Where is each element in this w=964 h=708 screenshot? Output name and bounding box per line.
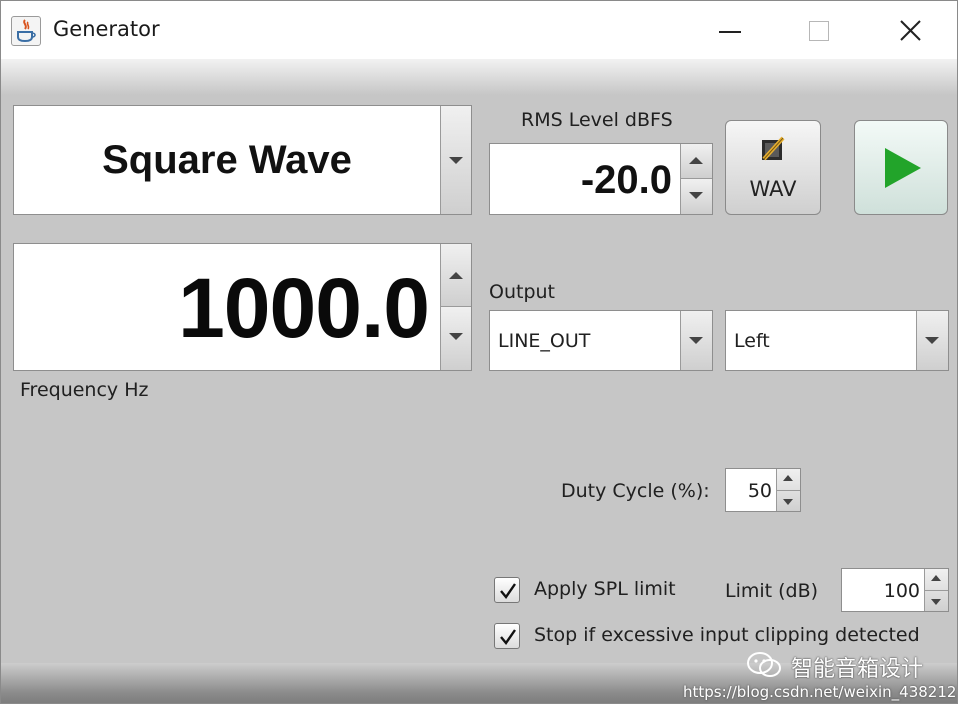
watermark-title: 智能音箱设计 <box>791 657 924 682</box>
output-label: Output <box>489 281 555 303</box>
wav-button-label: WAV <box>749 177 797 201</box>
limit-db-stepper[interactable] <box>924 569 948 611</box>
stop-clipping-row: Stop if excessive input clipping detecte… <box>494 623 934 651</box>
limit-db-value: 100 <box>883 580 920 602</box>
title-bar: Generator <box>1 1 957 59</box>
arrow-up-icon <box>449 272 463 279</box>
duty-cycle-spinner[interactable]: 50 <box>725 468 801 512</box>
close-icon[interactable] <box>887 11 933 51</box>
frequency-value: 1000.0 <box>178 261 430 355</box>
output-device-value: LINE_OUT <box>498 330 591 352</box>
apply-spl-limit-row: Apply SPL limit <box>494 577 694 605</box>
chevron-down-icon <box>689 337 703 344</box>
play-icon <box>885 148 921 188</box>
output-channel-select[interactable]: Left <box>725 310 949 371</box>
stop-clipping-checkbox[interactable] <box>494 623 520 649</box>
pencil-file-icon <box>759 135 787 163</box>
wav-button[interactable]: WAV <box>725 120 821 215</box>
play-button[interactable] <box>854 120 948 215</box>
arrow-down-icon[interactable] <box>783 499 793 505</box>
minimize-icon[interactable] <box>707 11 753 51</box>
java-cup-icon <box>11 16 41 46</box>
frequency-label: Frequency Hz <box>20 379 149 401</box>
rms-up-button[interactable] <box>680 144 712 179</box>
limit-db-spinner[interactable]: 100 <box>841 568 949 612</box>
rms-level-value: -20.0 <box>580 158 672 202</box>
arrow-up-icon[interactable] <box>931 575 941 581</box>
rms-down-button[interactable] <box>680 179 712 214</box>
arrow-down-icon <box>449 333 463 340</box>
arrow-up-icon <box>689 157 703 164</box>
apply-spl-limit-checkbox[interactable] <box>494 577 520 603</box>
waveform-dropdown-button[interactable] <box>440 106 471 214</box>
maximize-icon[interactable] <box>796 11 842 51</box>
chevron-down-icon <box>925 337 939 344</box>
limit-db-label: Limit (dB) <box>725 580 819 602</box>
waveform-value: Square Wave <box>102 138 352 182</box>
stop-clipping-label: Stop if excessive input clipping detecte… <box>534 624 920 646</box>
duty-cycle-label: Duty Cycle (%): <box>561 480 710 502</box>
arrow-down-icon <box>689 192 703 199</box>
rms-level-label: RMS Level dBFS <box>521 109 673 131</box>
generator-window: Generator Square Wave 1000.0 Frequency H… <box>0 0 958 704</box>
output-channel-value: Left <box>734 330 770 352</box>
arrow-up-icon[interactable] <box>783 475 793 481</box>
duty-cycle-value: 50 <box>747 480 772 502</box>
header-shade <box>1 59 957 95</box>
watermark-url: https://blog.csdn.net/weixin_43821212 <box>683 683 958 701</box>
wechat-icon <box>746 651 782 679</box>
frequency-down-button[interactable] <box>440 307 471 370</box>
output-device-select[interactable]: LINE_OUT <box>489 310 713 371</box>
apply-spl-limit-label: Apply SPL limit <box>534 578 676 600</box>
waveform-select[interactable]: Square Wave <box>13 105 472 215</box>
output-device-dropdown-button[interactable] <box>680 311 712 370</box>
arrow-down-icon[interactable] <box>931 599 941 605</box>
chevron-down-icon <box>449 157 463 164</box>
output-channel-dropdown-button[interactable] <box>916 311 948 370</box>
window-title: Generator <box>53 17 160 41</box>
duty-cycle-stepper[interactable] <box>776 469 800 511</box>
frequency-spinner[interactable]: 1000.0 <box>13 243 472 371</box>
rms-level-spinner[interactable]: -20.0 <box>489 143 713 215</box>
frequency-up-button[interactable] <box>440 244 471 307</box>
